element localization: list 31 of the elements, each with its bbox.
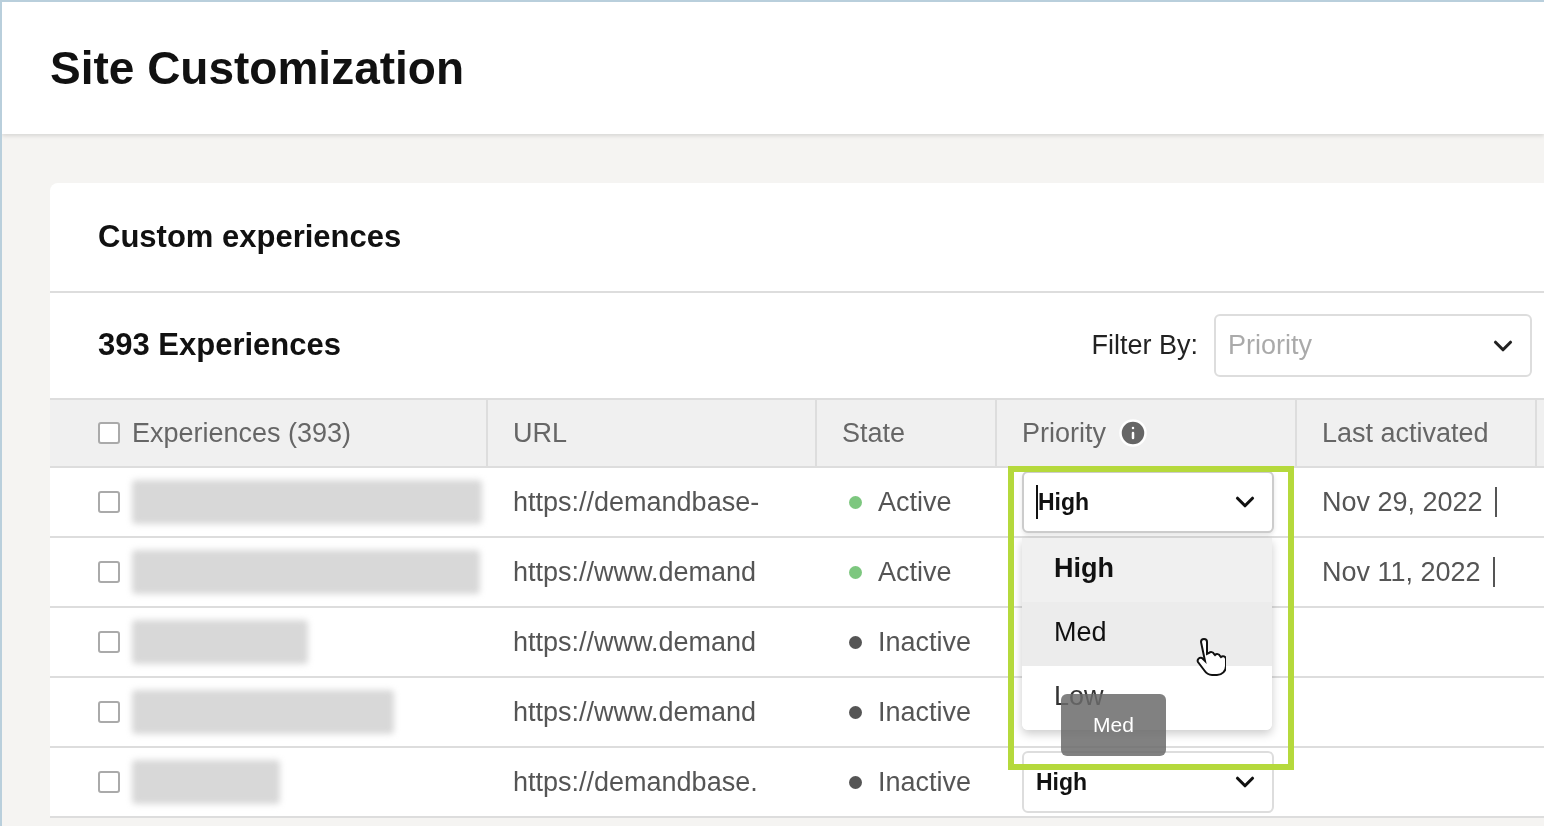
menu-option[interactable]: High — [1022, 538, 1272, 602]
column-header: Priority — [997, 400, 1297, 466]
url-cell-text: https://www.demand — [513, 555, 757, 589]
url-cell-text: https://www.demand — [513, 695, 757, 729]
state-cell-text: Active — [878, 485, 952, 519]
column-header: Last activated — [1297, 400, 1537, 466]
url-cell-text: https://www.demand — [513, 625, 757, 659]
checkbox[interactable] — [98, 491, 120, 513]
menu-option[interactable]: Med — [1022, 602, 1272, 666]
priority-select[interactable]: High — [1022, 471, 1274, 533]
column-header: URL — [488, 400, 817, 466]
card-title: Custom experiences — [98, 217, 402, 256]
date-cell-text: Nov 11, 2022 — [1322, 555, 1481, 589]
checkbox[interactable] — [98, 701, 120, 723]
experiences-count: 393 Experiences — [98, 326, 341, 365]
column-header: State — [817, 400, 997, 466]
checkbox[interactable] — [98, 561, 120, 583]
info-icon[interactable] — [1118, 418, 1148, 448]
checkbox[interactable] — [98, 631, 120, 653]
url-cell-text: https://demandbase- — [513, 485, 760, 519]
state-cell-text: Inactive — [878, 765, 972, 799]
state-cell-text: Active — [878, 555, 952, 589]
column-header: Experiences (393) — [50, 400, 488, 466]
checkbox[interactable] — [98, 422, 120, 444]
date-cell-text: Nov 29, 2022 — [1322, 485, 1483, 519]
url-cell-text: https://demandbase. — [513, 765, 758, 799]
state-cell-text: Inactive — [878, 695, 972, 729]
filter-label: Filter By: — [1091, 329, 1198, 363]
checkbox[interactable] — [98, 771, 120, 793]
state-cell-text: Inactive — [878, 625, 972, 659]
page-title: Site Customization — [50, 40, 465, 96]
